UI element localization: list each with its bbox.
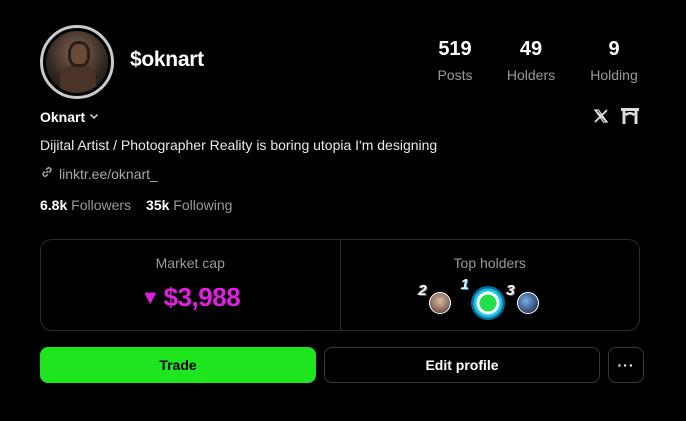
rank-badge-2: 2 <box>418 282 427 299</box>
followers-count: 6.8k <box>40 197 68 213</box>
stat-holders-value: 49 <box>519 38 543 60</box>
market-card: Market cap ▼ $3,988 Top holders 2 1 3 <box>40 239 640 331</box>
stat-holding-label: Holding <box>590 67 638 83</box>
followers[interactable]: 6.8k Followers <box>40 197 131 213</box>
holder-avatar-3[interactable] <box>516 292 539 314</box>
profile-bio: Dijital Artist / Photographer Reality is… <box>40 137 438 153</box>
top-holders-avatars: 2 1 3 <box>419 276 549 320</box>
stat-holders-label: Holders <box>506 67 556 83</box>
profile-link-text: linktr.ee/oknart_ <box>59 165 158 182</box>
profile-link[interactable]: linktr.ee/oknart_ <box>40 165 158 182</box>
market-cap-panel[interactable]: Market cap ▼ $3,988 <box>41 240 340 330</box>
trade-button[interactable]: Trade <box>40 347 316 383</box>
following[interactable]: 35k Following <box>146 197 232 213</box>
stat-posts-label: Posts <box>437 67 473 83</box>
avatar-image <box>46 31 108 93</box>
down-triangle-icon: ▼ <box>140 287 160 309</box>
chevron-down-icon <box>89 111 99 124</box>
profile-handle: $oknart <box>130 48 204 71</box>
top-holders-panel[interactable]: Top holders 2 1 3 <box>339 240 640 330</box>
stat-holding[interactable]: 9 Holding <box>584 38 644 83</box>
stat-posts[interactable]: 519 Posts <box>432 38 478 83</box>
stat-holders[interactable]: 49 Holders <box>502 38 560 83</box>
market-cap-value: ▼ $3,988 <box>41 282 340 313</box>
following-label: Following <box>173 197 233 213</box>
market-cap-amount: $3,988 <box>163 282 241 312</box>
market-cap-label: Market cap <box>155 255 225 271</box>
rank-badge-3: 3 <box>506 282 515 299</box>
holder-avatar-1[interactable] <box>470 286 505 320</box>
edit-profile-button[interactable]: Edit profile <box>324 347 600 383</box>
gate-icon[interactable] <box>620 106 640 126</box>
stat-holding-value: 9 <box>608 38 620 60</box>
profile-name-dropdown[interactable]: Oknart <box>40 109 99 125</box>
rank-badge-1: 1 <box>460 276 469 293</box>
x-icon[interactable] <box>591 106 611 126</box>
followers-label: Followers <box>71 197 132 213</box>
stat-posts-value: 519 <box>438 38 472 60</box>
follow-counts: 6.8k Followers 35k Following <box>40 197 232 213</box>
holder-avatar-2[interactable] <box>428 292 451 314</box>
top-holders-label: Top holders <box>453 255 526 271</box>
profile-avatar[interactable] <box>40 25 114 99</box>
more-options-button[interactable]: ··· <box>608 347 644 383</box>
profile-name: Oknart <box>40 109 86 125</box>
following-count: 35k <box>146 197 170 213</box>
link-icon <box>40 165 54 182</box>
